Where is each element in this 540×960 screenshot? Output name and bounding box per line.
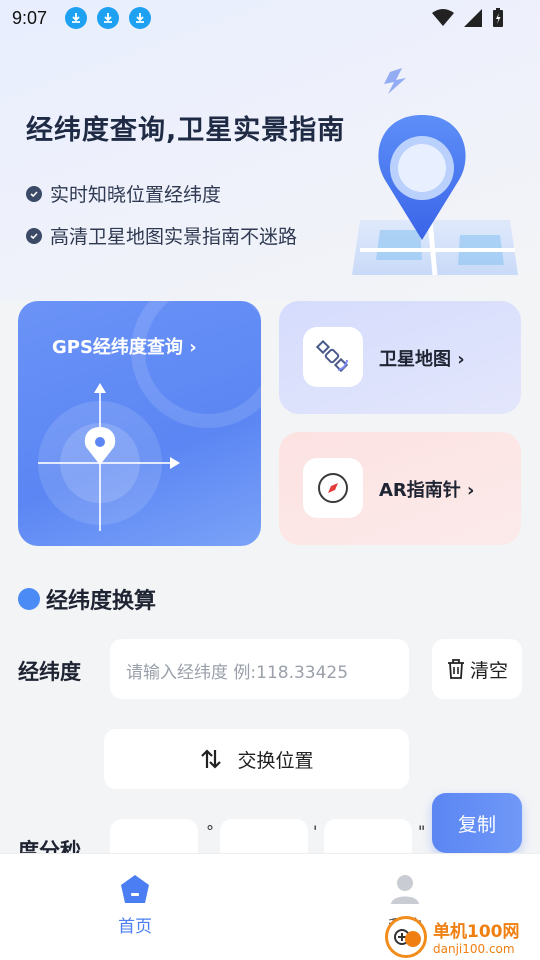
check-icon [26, 227, 42, 244]
check-icon [26, 185, 42, 202]
hero-title: 经纬度查询,卫星实景指南 [26, 115, 346, 146]
copy-label: 复制 [457, 813, 496, 836]
swap-label: 交换位置 [237, 749, 314, 772]
ar-compass-card[interactable]: AR指南针 › [279, 432, 521, 545]
download-icon [129, 7, 152, 29]
home-icon [121, 875, 149, 903]
globe-icon [18, 588, 40, 610]
clear-button[interactable]: 清空 [432, 639, 522, 699]
latlng-placeholder: 请输入经纬度 例:118.33425 [126, 663, 349, 683]
wifi-icon [432, 9, 454, 26]
status-time: 9:07 [12, 7, 48, 28]
trash-icon [447, 659, 464, 679]
ar-compass-label: AR指南针 › [379, 480, 475, 501]
nav-home[interactable]: 首页 [85, 872, 185, 937]
degree-symbol: ° [206, 822, 214, 841]
hero-bullet: 高清卫星地图实景指南不迷路 [26, 222, 297, 249]
download-icon [65, 7, 88, 29]
status-bar: 9:07 [0, 0, 540, 36]
hero-bullet-text: 实时知晓位置经纬度 [50, 184, 222, 206]
hero-bullet-text: 高清卫星地图实景指南不迷路 [50, 226, 298, 248]
hero-bullet: 实时知晓位置经纬度 [26, 180, 221, 207]
second-symbol: " [418, 822, 426, 841]
satellite-map-card[interactable]: 卫星地图 › [279, 301, 521, 414]
section-title-text: 经纬度换算 [46, 589, 157, 614]
latlng-label: 经纬度 [18, 660, 81, 684]
latlng-input[interactable]: 请输入经纬度 例:118.33425 [110, 639, 409, 699]
clear-label: 清空 [469, 659, 508, 682]
watermark-main-text: 单机100网 [433, 922, 520, 942]
copy-button[interactable]: 复制 [432, 793, 522, 853]
nav-home-label: 首页 [118, 917, 152, 937]
swap-icon [201, 749, 222, 769]
satellite-map-label: 卫星地图 › [379, 349, 465, 370]
swap-position-button[interactable]: 交换位置 [104, 729, 409, 789]
minute-symbol: ' [313, 822, 318, 841]
signal-icon [464, 9, 482, 27]
watermark: 单机100网 danji100.com [385, 913, 540, 960]
watermark-sub-text: danji100.com [433, 942, 515, 956]
download-icon [97, 7, 120, 29]
satellite-icon [303, 327, 363, 387]
compass-icon [303, 458, 363, 518]
map-pin-illustration [352, 68, 518, 276]
section-title: 经纬度换算 [18, 583, 156, 615]
battery-icon [493, 8, 503, 27]
user-icon [391, 875, 419, 904]
gps-crosshair-icon [38, 301, 261, 531]
gps-query-card[interactable]: GPS经纬度查询 › [18, 301, 261, 546]
watermark-logo-icon [385, 915, 427, 958]
